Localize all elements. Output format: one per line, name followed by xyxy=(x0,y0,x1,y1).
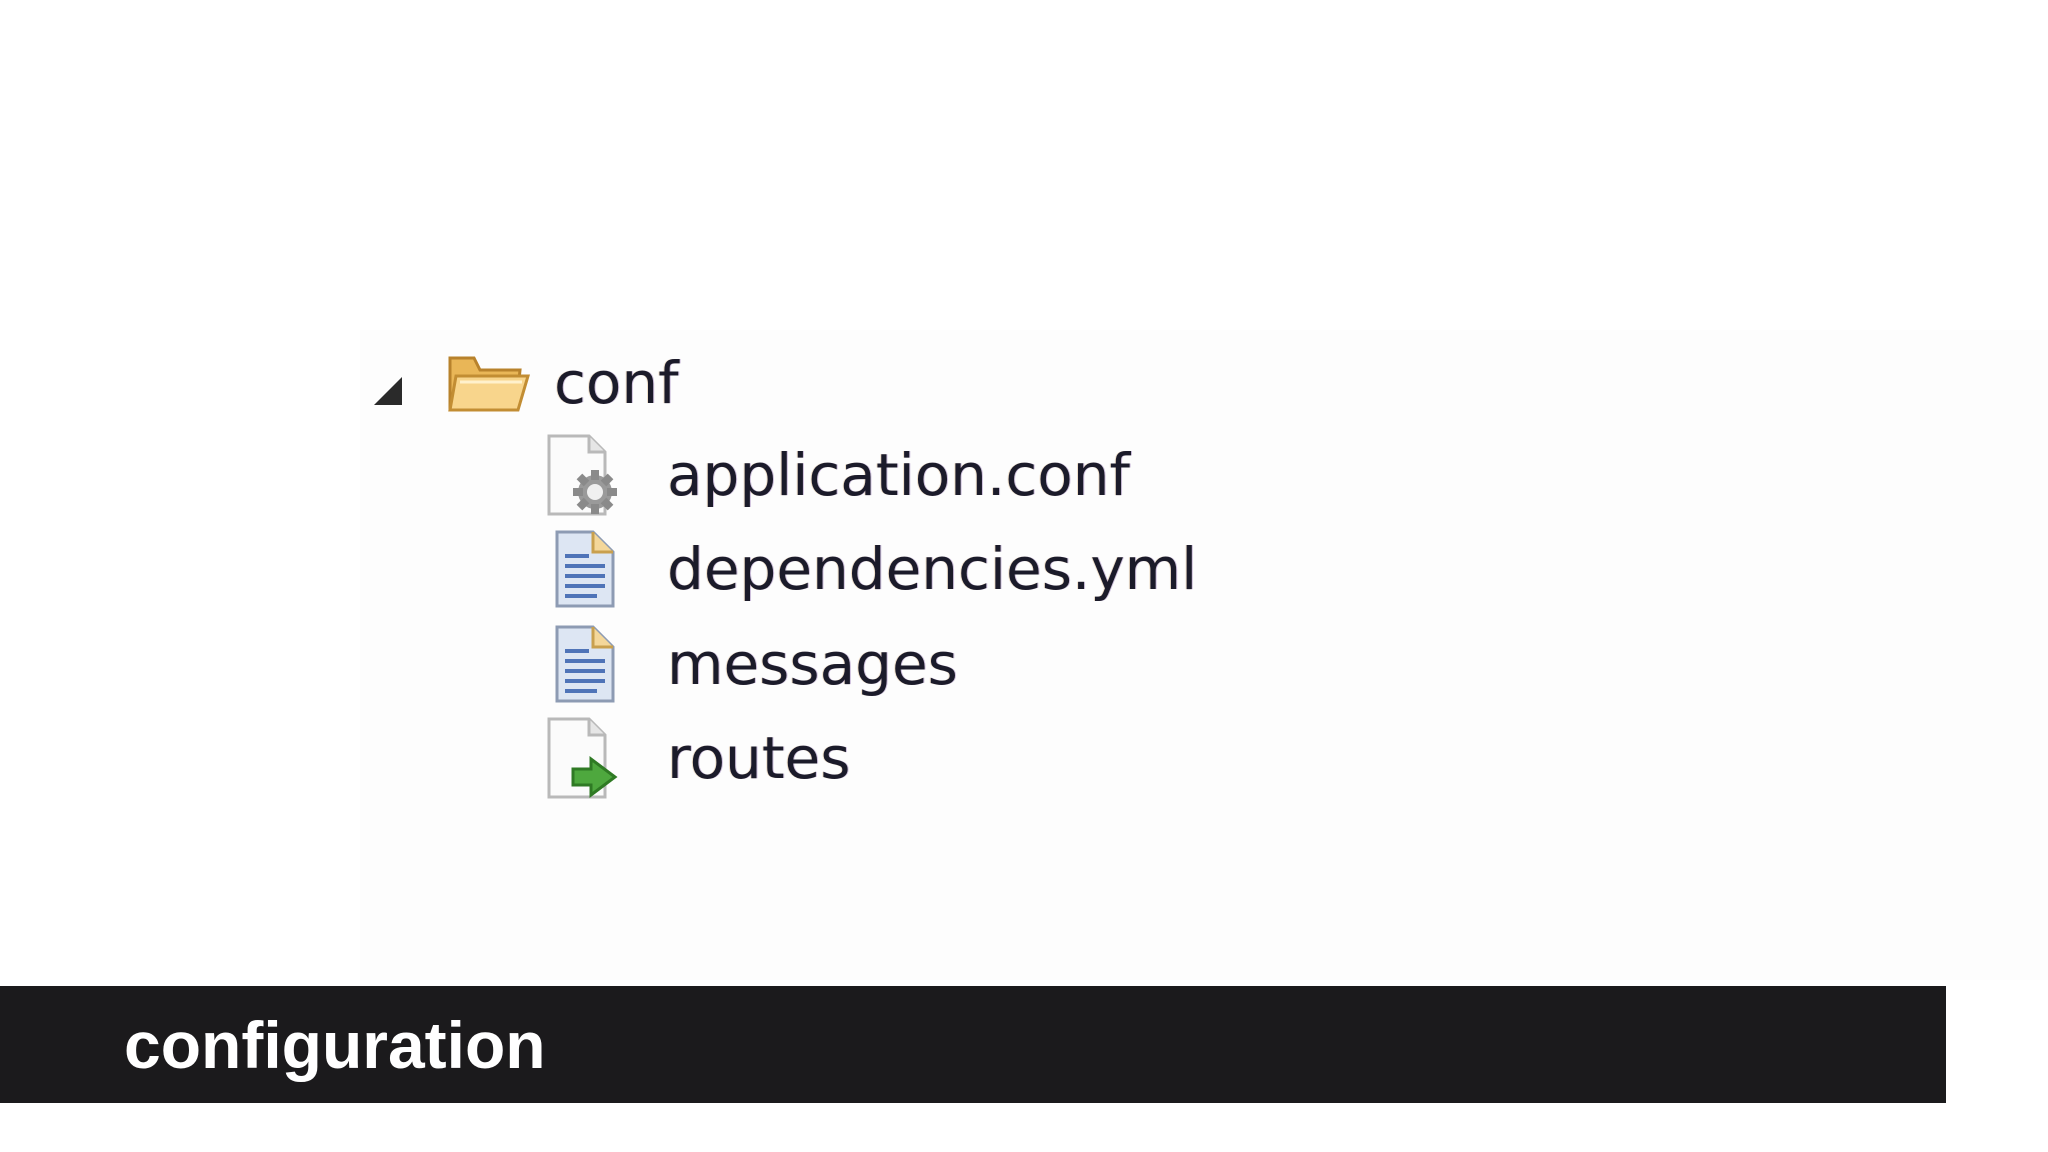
tree-item-file[interactable]: messages xyxy=(545,619,958,709)
tree-item-label: conf xyxy=(554,349,679,417)
caption-title: configuration xyxy=(124,1007,546,1082)
slide: conf application.conf dependencies.yml m… xyxy=(0,0,2048,1152)
text-file-icon xyxy=(545,621,625,707)
tree-item-file[interactable]: dependencies.yml xyxy=(545,524,1197,614)
tree-item-label: dependencies.yml xyxy=(667,535,1198,603)
tree-item-conf-folder[interactable]: conf xyxy=(368,338,679,428)
tree-item-label: application.conf xyxy=(667,441,1130,509)
tree-item-file[interactable]: application.conf xyxy=(545,430,1130,520)
expanded-triangle-icon[interactable] xyxy=(368,371,408,411)
open-folder-icon xyxy=(446,348,531,418)
caption-bar: configuration xyxy=(0,986,1946,1103)
file-tree: conf application.conf dependencies.yml m… xyxy=(0,0,2048,1000)
routes-file-icon xyxy=(545,715,625,801)
tree-item-file[interactable]: routes xyxy=(545,713,850,803)
config-file-icon xyxy=(545,432,625,518)
tree-item-label: messages xyxy=(667,630,958,698)
tree-item-label: routes xyxy=(667,724,851,792)
text-file-icon xyxy=(545,526,625,612)
